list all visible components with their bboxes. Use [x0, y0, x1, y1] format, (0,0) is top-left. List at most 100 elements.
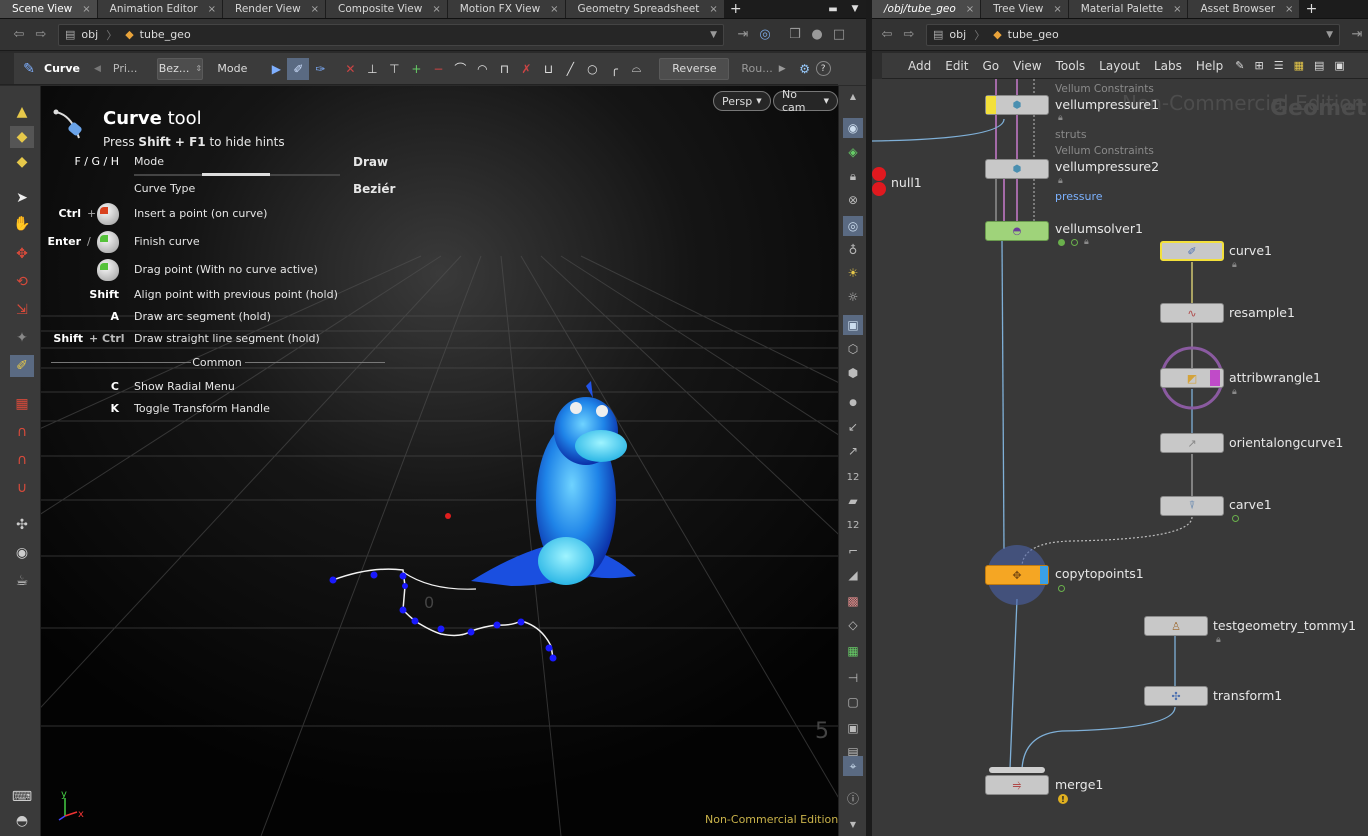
line-icon[interactable]: ╱ — [559, 58, 581, 80]
node-label[interactable]: transform1 — [1213, 688, 1282, 703]
node-testgeometry-tommy1[interactable]: ♙ — [1144, 616, 1208, 636]
tab-material-palette[interactable]: Material Palette × — [1068, 0, 1189, 18]
close-icon[interactable]: × — [1285, 4, 1293, 15]
transform-handle-icon[interactable]: ✣ — [10, 514, 34, 536]
lock-icon[interactable]: 🔒︎ — [1058, 113, 1063, 123]
close-icon[interactable]: × — [1053, 4, 1061, 15]
node-label[interactable]: resample1 — [1229, 305, 1295, 320]
pointer-icon[interactable]: ➤ — [10, 187, 34, 209]
toolbar-handle[interactable] — [0, 53, 14, 85]
rounding-label[interactable]: Rou... — [741, 62, 772, 75]
node-resample1[interactable]: ∿ — [1160, 303, 1224, 323]
point-display-icon[interactable]: ● — [843, 393, 863, 413]
forward-arrow-icon[interactable]: ⇨ — [898, 27, 920, 42]
path-breadcrumb[interactable]: ▤ obj 〉 ◆ tube_geo ▼ — [926, 23, 1340, 46]
lock-icon[interactable]: 🔒︎ — [1084, 237, 1089, 247]
snap-curve-icon[interactable]: ∩ — [10, 421, 34, 443]
bulb-icon[interactable]: ☀ — [843, 263, 863, 283]
breadcrumb-root[interactable]: obj — [949, 28, 966, 41]
breadcrumb-root[interactable]: obj — [81, 28, 98, 41]
sim-flag-icon[interactable] — [1058, 239, 1065, 246]
sim-flag-icon[interactable] — [1058, 585, 1065, 592]
node-label[interactable]: vellumsolver1 — [1055, 221, 1143, 236]
lock-icon[interactable]: 🔒︎ — [1232, 260, 1237, 270]
sim-flag-icon[interactable] — [1232, 515, 1239, 522]
node-merge1[interactable]: ⥤ — [985, 775, 1049, 795]
menu-go[interactable]: Go — [982, 59, 999, 73]
tab-asset-browser[interactable]: Asset Browser × — [1188, 0, 1301, 18]
node-label[interactable]: null1 — [891, 175, 922, 190]
breadcrumb-node[interactable]: tube_geo — [140, 28, 191, 41]
node-copytopoints1[interactable]: ✥ — [985, 565, 1049, 585]
handle-tool-icon[interactable]: ✦ — [10, 327, 34, 349]
tool-settings-icon[interactable]: ⚙ — [794, 58, 816, 80]
lock-camera-icon[interactable]: 🔒︎ — [843, 166, 863, 186]
display-options-icon[interactable]: ❒ — [784, 27, 806, 42]
node-null1[interactable] — [872, 167, 887, 197]
display-sphere-icon[interactable]: ◓ — [10, 810, 34, 832]
node-label[interactable]: carve1 — [1229, 497, 1272, 512]
menu-tools[interactable]: Tools — [1056, 59, 1086, 73]
node-label[interactable]: copytopoints1 — [1055, 566, 1144, 581]
guide-icon[interactable]: ⊣ — [843, 668, 863, 688]
tile-icon[interactable]: ◇ — [843, 615, 863, 635]
node-label[interactable]: vellumpressure2 — [1055, 159, 1159, 174]
back-arrow-icon[interactable]: ⇦ — [8, 27, 30, 42]
move-tool-icon[interactable]: ✥ — [10, 243, 34, 265]
close-icon[interactable]: × — [550, 4, 558, 15]
node-label[interactable]: attribwrangle1 — [1229, 370, 1321, 385]
close-icon[interactable]: × — [709, 4, 717, 15]
tab-render-view[interactable]: Render View × — [223, 0, 327, 18]
select-mode-icon[interactable]: ▶ — [265, 58, 287, 80]
select-points-icon[interactable]: ◆ — [10, 126, 34, 148]
node-curve1[interactable]: ✐ — [1160, 241, 1224, 261]
menu-layout[interactable]: Layout — [1099, 59, 1140, 73]
node-orientalongcurve1[interactable]: ↗ — [1160, 433, 1224, 453]
bypass-flag[interactable] — [1210, 370, 1220, 386]
snapshot-icon[interactable]: ● — [806, 27, 828, 42]
select-tool-icon[interactable]: ▲ — [10, 101, 34, 123]
close-icon[interactable]: × — [82, 4, 90, 15]
light-icon[interactable]: ♁ — [843, 240, 863, 260]
info-icon[interactable]: ⓘ — [843, 788, 863, 808]
shading-icon[interactable]: □ — [828, 27, 850, 42]
node-label[interactable]: vellumpressure1 — [1055, 97, 1159, 112]
camera-persp-menu[interactable]: Persp ▼ — [713, 91, 771, 111]
background-image-icon[interactable]: ▣ — [843, 718, 863, 738]
cut-point-icon[interactable]: ✕ — [339, 58, 361, 80]
visualizer-icon[interactable]: ⬢ — [843, 363, 863, 383]
wireframe-icon[interactable]: ⬡ — [843, 339, 863, 359]
lock-icon[interactable]: 🔒︎ — [1058, 176, 1063, 186]
node-vellumsolver1[interactable]: ◓ — [985, 221, 1049, 241]
bridge-icon[interactable]: ⊓ — [493, 58, 515, 80]
wrench-icon[interactable]: ✎ — [1235, 59, 1244, 72]
corner-icon[interactable]: ⊔ — [537, 58, 559, 80]
close-icon[interactable]: × — [1173, 4, 1181, 15]
primitive-type-label[interactable]: Pri... — [113, 62, 138, 75]
node-label[interactable]: merge1 — [1055, 777, 1103, 792]
ghost-icon[interactable]: ◈ — [843, 142, 863, 162]
magnet-icon[interactable]: ∪ — [10, 477, 34, 499]
menubar-handle[interactable] — [872, 52, 882, 79]
menu-add[interactable]: Add — [908, 59, 931, 73]
menu-help[interactable]: Help — [1196, 59, 1223, 73]
node-label[interactable]: curve1 — [1229, 243, 1272, 258]
camera-nocam-menu[interactable]: No cam ▼ — [773, 88, 838, 114]
node-vellumpressure1[interactable]: ⬢ — [985, 95, 1049, 115]
link-icon[interactable]: ◎ — [754, 27, 776, 42]
snap-grid-icon[interactable]: ▦ — [10, 393, 34, 415]
checker-icon[interactable]: ▩ — [843, 591, 863, 611]
path-breadcrumb[interactable]: ▤ obj 〉 ◆ tube_geo ▼ — [58, 23, 724, 46]
view-tool-icon[interactable]: ✋ — [10, 213, 34, 235]
scroll-down-icon[interactable]: ▼ — [843, 814, 863, 834]
arrow-right-icon[interactable]: ▶ — [779, 64, 786, 74]
display-flag[interactable] — [986, 96, 996, 114]
back-arrow-icon[interactable]: ⇦ — [876, 27, 898, 42]
vertex-normal-icon[interactable]: ↗ — [843, 441, 863, 461]
orbit-icon[interactable]: ◉ — [10, 542, 34, 564]
rotate-tool-icon[interactable]: ⟲ — [10, 271, 34, 293]
uv-display-icon[interactable]: ⌐ — [843, 541, 863, 561]
breadcrumb-node[interactable]: tube_geo — [1008, 28, 1059, 41]
tree-layout-icon[interactable]: ⊞ — [1254, 59, 1263, 72]
point-numbers-icon[interactable]: 12 — [843, 467, 863, 487]
